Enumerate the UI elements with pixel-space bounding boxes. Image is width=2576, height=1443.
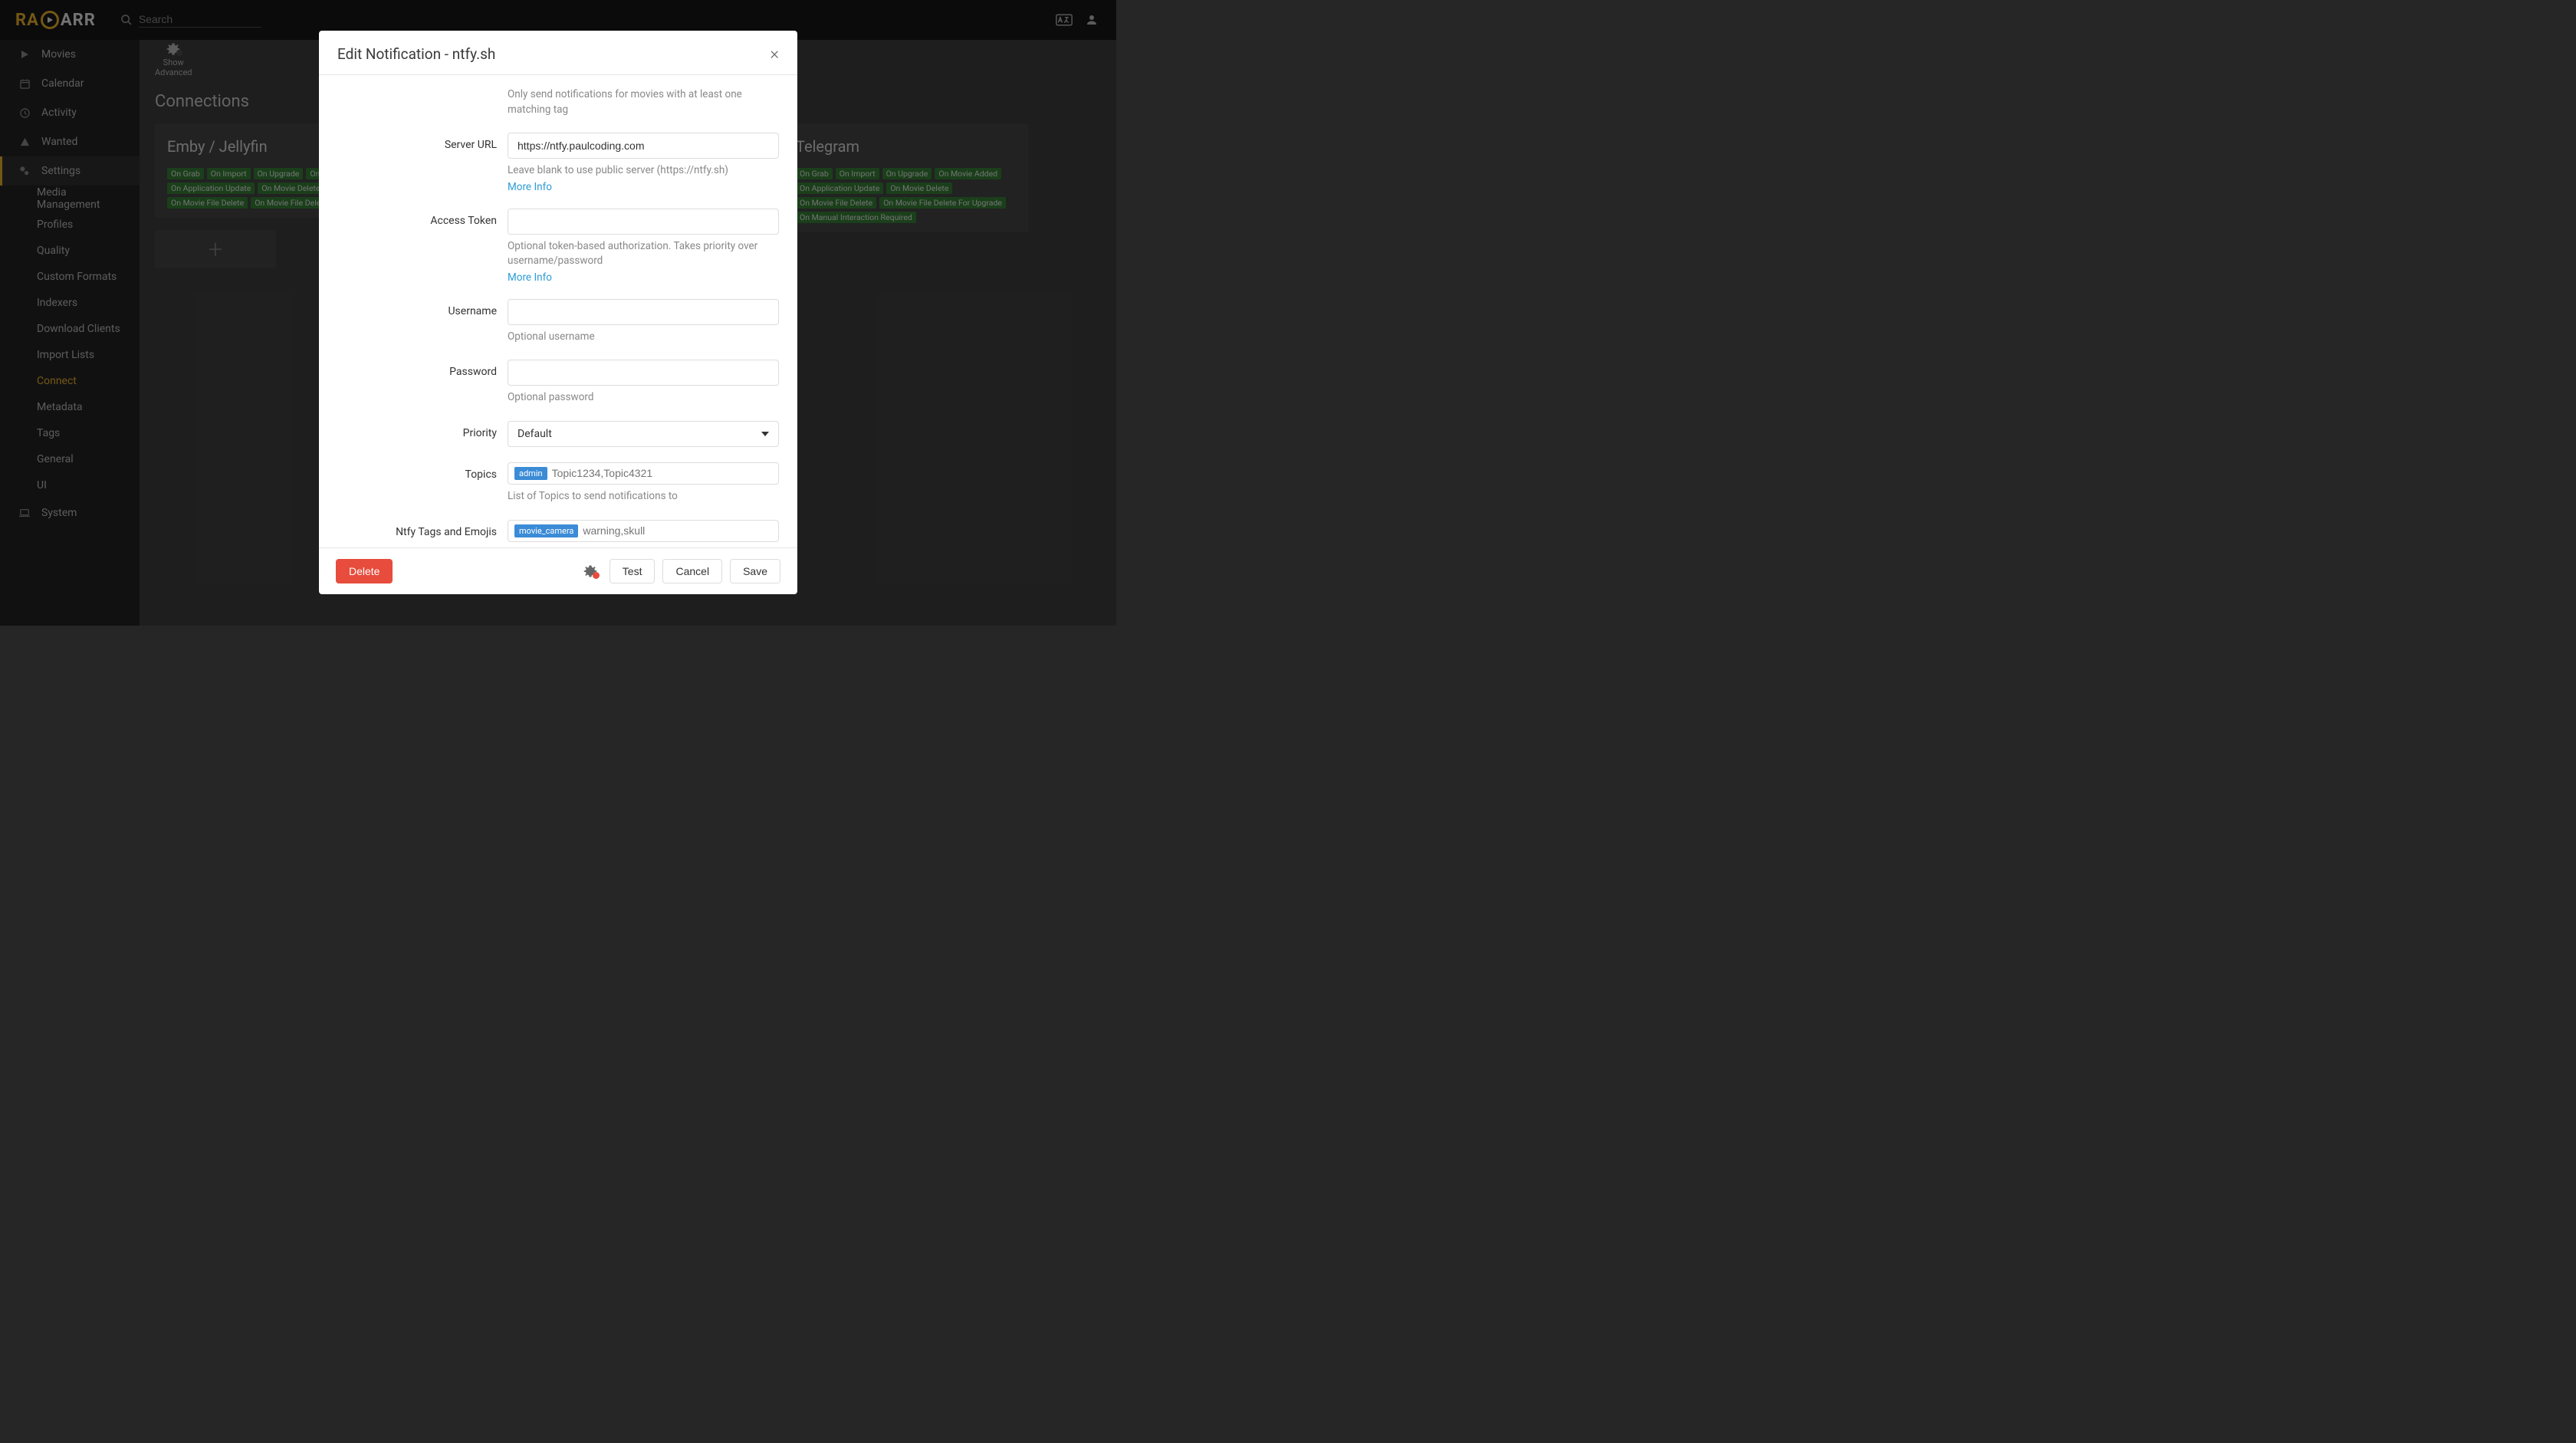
caret-down-icon [761, 432, 769, 436]
ntfy-tag[interactable]: movie_camera [514, 524, 578, 537]
close-icon[interactable]: × [770, 44, 779, 64]
modal-title: Edit Notification - ntfy.sh [337, 45, 495, 63]
ntfy-tags-text-input[interactable] [583, 524, 772, 537]
label-access-token: Access Token [337, 209, 508, 284]
topics-input[interactable]: admin [508, 462, 779, 485]
access-token-input[interactable] [508, 209, 779, 235]
label-ntfy-tags: Ntfy Tags and Emojis [337, 520, 508, 548]
test-button[interactable]: Test [610, 559, 656, 583]
cancel-button[interactable]: Cancel [662, 559, 722, 583]
username-input[interactable] [508, 299, 779, 325]
topics-help: List of Topics to send notifications to [508, 489, 779, 505]
server-url-input[interactable] [508, 133, 779, 159]
advanced-settings-icon[interactable] [583, 564, 597, 578]
password-input[interactable] [508, 360, 779, 386]
topics-text-input[interactable] [552, 467, 772, 479]
label-topics: Topics [337, 462, 508, 505]
label-password: Password [337, 360, 508, 406]
ntfy-tags-input[interactable]: movie_camera [508, 520, 779, 542]
access-token-help: Optional token-based authorization. Take… [508, 239, 779, 269]
more-info-link[interactable]: More Info [508, 181, 552, 193]
topic-tag[interactable]: admin [514, 467, 547, 480]
priority-select[interactable]: Default [508, 421, 779, 447]
save-button[interactable]: Save [730, 559, 780, 583]
priority-value: Default [518, 428, 552, 440]
delete-button[interactable]: Delete [336, 559, 393, 583]
label-username: Username [337, 299, 508, 345]
server-url-help: Leave blank to use public server (https:… [508, 163, 779, 179]
edit-notification-modal: Edit Notification - ntfy.sh × Only send … [319, 31, 797, 594]
tags-help: Only send notifications for movies with … [508, 87, 779, 117]
label-server-url: Server URL [337, 133, 508, 193]
more-info-link[interactable]: More Info [508, 271, 552, 284]
username-help: Optional username [508, 330, 779, 345]
password-help: Optional password [508, 390, 779, 406]
label-priority: Priority [337, 421, 508, 447]
